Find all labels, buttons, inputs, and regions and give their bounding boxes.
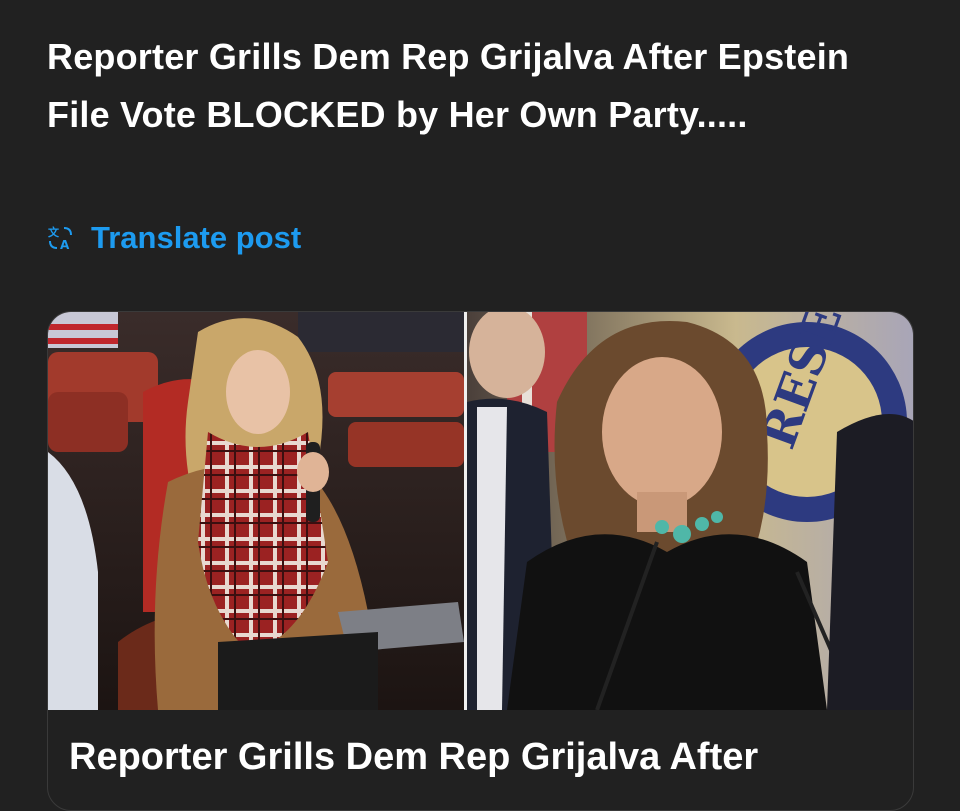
svg-text:A: A [60, 238, 70, 252]
card-title: Reporter Grills Dem Rep Grijalva After [69, 736, 759, 778]
translate-icon: 文 A [47, 224, 75, 252]
translate-post-label: Translate post [91, 220, 302, 255]
link-card[interactable]: RESE Reporter Grills Dem Rep Grijalva Af… [47, 311, 914, 811]
post: Reporter Grills Dem Rep Grijalva After E… [0, 0, 960, 811]
card-image-congresswoman: RESE [467, 312, 913, 710]
card-media[interactable]: RESE [48, 312, 913, 710]
translate-post-button[interactable]: 文 A Translate post [47, 218, 301, 258]
svg-text:文: 文 [48, 225, 60, 239]
post-text: Reporter Grills Dem Rep Grijalva After E… [47, 36, 850, 135]
card-image-reporter [48, 312, 464, 710]
